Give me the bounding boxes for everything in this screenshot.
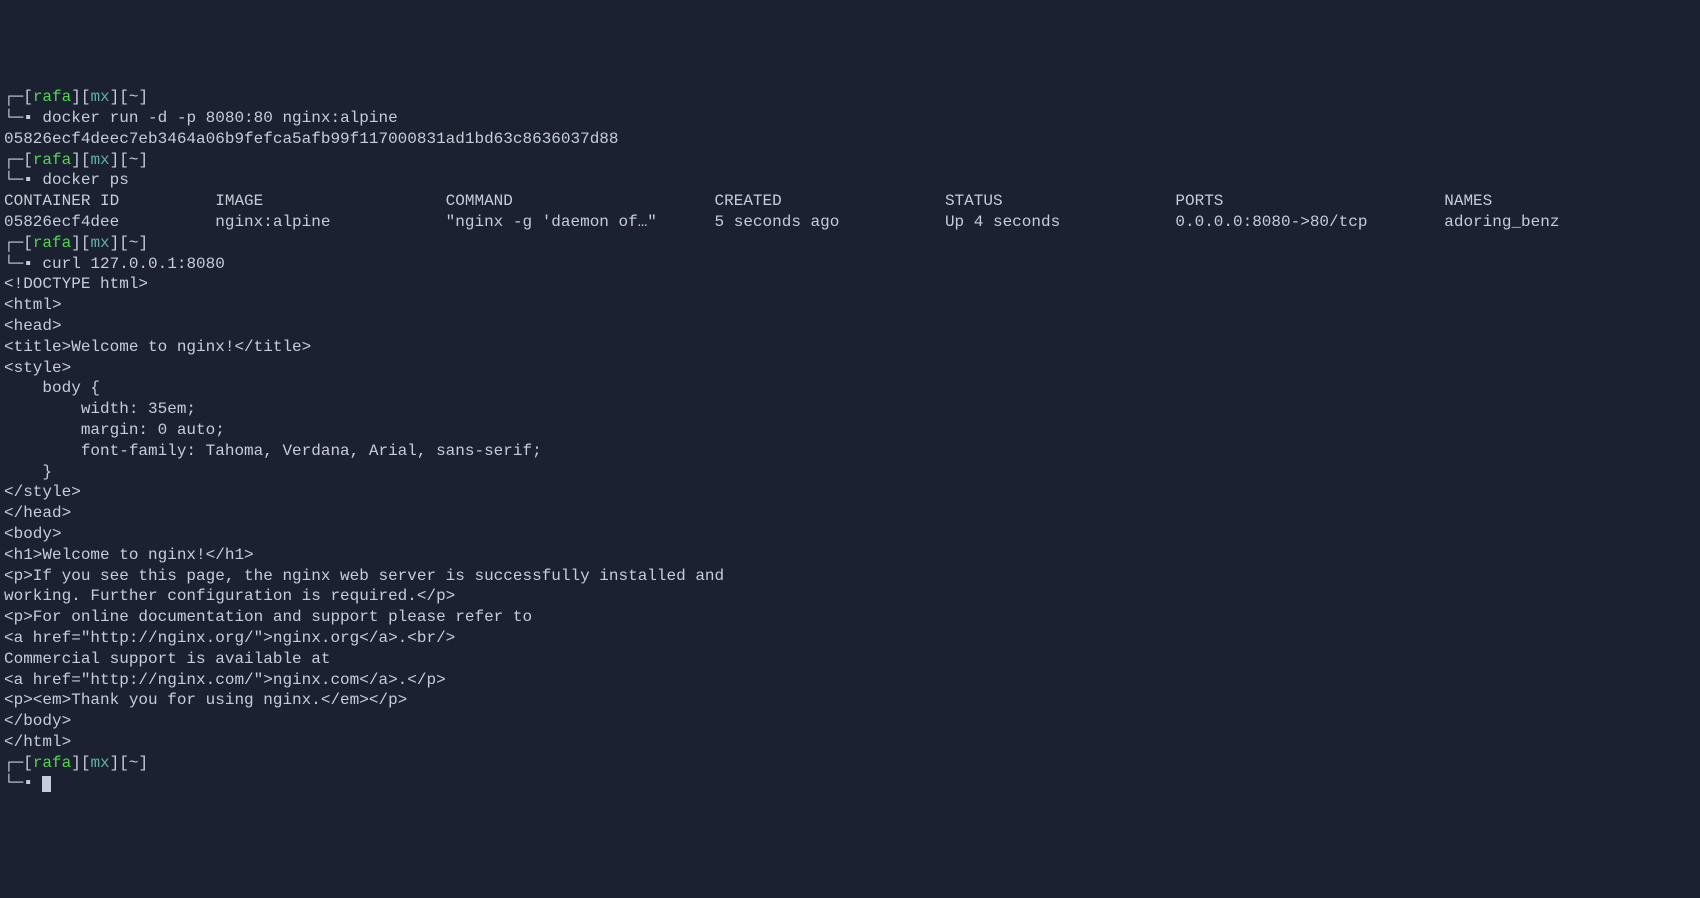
bracket-close: ] bbox=[138, 754, 148, 772]
bracket-open: [ bbox=[81, 151, 91, 169]
curl-line: <p>If you see this page, the nginx web s… bbox=[4, 566, 1696, 587]
ps-header-row: CONTAINER ID IMAGE COMMAND CREATED STATU… bbox=[4, 191, 1696, 212]
box-corner: ┌─ bbox=[4, 234, 23, 252]
curl-line: body { bbox=[4, 378, 1696, 399]
curl-line: margin: 0 auto; bbox=[4, 420, 1696, 441]
ps-h-ports: PORTS bbox=[1175, 192, 1444, 210]
curl-line: <a href="http://nginx.org/">nginx.org</a… bbox=[4, 628, 1696, 649]
ps-ports: 0.0.0.0:8080->80/tcp bbox=[1175, 213, 1444, 231]
box-corner: └─ bbox=[4, 255, 23, 273]
curl-line: <a href="http://nginx.com/">nginx.com</a… bbox=[4, 670, 1696, 691]
prompt-line-2: ┌─[rafa][mx][~] bbox=[4, 150, 1696, 171]
curl-line: font-family: Tahoma, Verdana, Arial, san… bbox=[4, 441, 1696, 462]
box-corner: └─ bbox=[4, 774, 23, 792]
prompt-marker: ▪ bbox=[23, 171, 33, 189]
terminal-cursor[interactable] bbox=[33, 774, 52, 792]
prompt-host: mx bbox=[90, 151, 109, 169]
bracket-close: ] bbox=[138, 151, 148, 169]
bracket-open: [ bbox=[119, 151, 129, 169]
box-corner: └─ bbox=[4, 109, 23, 127]
curl-line: </head> bbox=[4, 503, 1696, 524]
bracket-open: [ bbox=[23, 151, 33, 169]
ps-status: Up 4 seconds bbox=[945, 213, 1175, 231]
curl-line: working. Further configuration is requir… bbox=[4, 586, 1696, 607]
command-text: docker run -d -p 8080:80 nginx:alpine bbox=[33, 109, 398, 127]
curl-line: <h1>Welcome to nginx!</h1> bbox=[4, 545, 1696, 566]
prompt-host: mx bbox=[90, 754, 109, 772]
prompt-line-1: ┌─[rafa][mx][~] bbox=[4, 87, 1696, 108]
bracket-close: ] bbox=[71, 88, 81, 106]
command-line-4[interactable]: └─▪ bbox=[4, 773, 1696, 794]
command-text: docker ps bbox=[33, 171, 129, 189]
ps-h-created: CREATED bbox=[715, 192, 945, 210]
bracket-open: [ bbox=[81, 88, 91, 106]
prompt-user: rafa bbox=[33, 151, 71, 169]
bracket-open: [ bbox=[119, 754, 129, 772]
curl-line: <p>For online documentation and support … bbox=[4, 607, 1696, 628]
box-corner: └─ bbox=[4, 171, 23, 189]
bracket-open: [ bbox=[23, 88, 33, 106]
prompt-user: rafa bbox=[33, 88, 71, 106]
bracket-close: ] bbox=[71, 754, 81, 772]
bracket-open: [ bbox=[23, 754, 33, 772]
bracket-close: ] bbox=[110, 754, 120, 772]
bracket-open: [ bbox=[81, 754, 91, 772]
curl-line: width: 35em; bbox=[4, 399, 1696, 420]
bracket-close: ] bbox=[71, 151, 81, 169]
bracket-open: [ bbox=[81, 234, 91, 252]
ps-created: 5 seconds ago bbox=[715, 213, 945, 231]
bracket-close: ] bbox=[110, 88, 120, 106]
bracket-open: [ bbox=[119, 88, 129, 106]
curl-line: <p><em>Thank you for using nginx.</em></… bbox=[4, 690, 1696, 711]
prompt-marker: ▪ bbox=[23, 774, 33, 792]
bracket-close: ] bbox=[138, 234, 148, 252]
curl-line: <title>Welcome to nginx!</title> bbox=[4, 337, 1696, 358]
box-corner: ┌─ bbox=[4, 754, 23, 772]
ps-data-row: 05826ecf4dee nginx:alpine "nginx -g 'dae… bbox=[4, 212, 1696, 233]
curl-line: <style> bbox=[4, 358, 1696, 379]
command-line-1: └─▪ docker run -d -p 8080:80 nginx:alpin… bbox=[4, 108, 1696, 129]
command-text: curl 127.0.0.1:8080 bbox=[33, 255, 225, 273]
prompt-line-3: ┌─[rafa][mx][~] bbox=[4, 233, 1696, 254]
ps-h-command: COMMAND bbox=[446, 192, 715, 210]
curl-line: } bbox=[4, 462, 1696, 483]
ps-image: nginx:alpine bbox=[215, 213, 445, 231]
prompt-marker: ▪ bbox=[23, 109, 33, 127]
curl-line: </body> bbox=[4, 711, 1696, 732]
bracket-close: ] bbox=[110, 151, 120, 169]
prompt-user: rafa bbox=[33, 754, 71, 772]
box-corner: ┌─ bbox=[4, 151, 23, 169]
curl-line: </style> bbox=[4, 482, 1696, 503]
ps-h-status: STATUS bbox=[945, 192, 1175, 210]
command-line-2: └─▪ docker ps bbox=[4, 170, 1696, 191]
curl-line: <body> bbox=[4, 524, 1696, 545]
curl-line: <html> bbox=[4, 295, 1696, 316]
output-container-id: 05826ecf4deec7eb3464a06b9fefca5afb99f117… bbox=[4, 129, 1696, 150]
bracket-close: ] bbox=[71, 234, 81, 252]
prompt-user: rafa bbox=[33, 234, 71, 252]
ps-command: "nginx -g 'daemon of…" bbox=[446, 213, 715, 231]
curl-line: </html> bbox=[4, 732, 1696, 753]
terminal-output[interactable]: ┌─[rafa][mx][~]└─▪ docker run -d -p 8080… bbox=[4, 87, 1696, 794]
ps-names: adoring_benz bbox=[1444, 213, 1559, 231]
prompt-marker: ▪ bbox=[23, 255, 33, 273]
ps-h-names: NAMES bbox=[1444, 192, 1492, 210]
prompt-host: mx bbox=[90, 234, 109, 252]
bracket-close: ] bbox=[138, 88, 148, 106]
ps-h-container-id: CONTAINER ID bbox=[4, 192, 215, 210]
bracket-open: [ bbox=[23, 234, 33, 252]
curl-line: Commercial support is available at bbox=[4, 649, 1696, 670]
ps-h-image: IMAGE bbox=[215, 192, 445, 210]
ps-container-id: 05826ecf4dee bbox=[4, 213, 215, 231]
prompt-line-4: ┌─[rafa][mx][~] bbox=[4, 753, 1696, 774]
curl-line: <head> bbox=[4, 316, 1696, 337]
bracket-open: [ bbox=[119, 234, 129, 252]
command-line-3: └─▪ curl 127.0.0.1:8080 bbox=[4, 254, 1696, 275]
bracket-close: ] bbox=[110, 234, 120, 252]
box-corner: ┌─ bbox=[4, 88, 23, 106]
curl-line: <!DOCTYPE html> bbox=[4, 274, 1696, 295]
prompt-host: mx bbox=[90, 88, 109, 106]
